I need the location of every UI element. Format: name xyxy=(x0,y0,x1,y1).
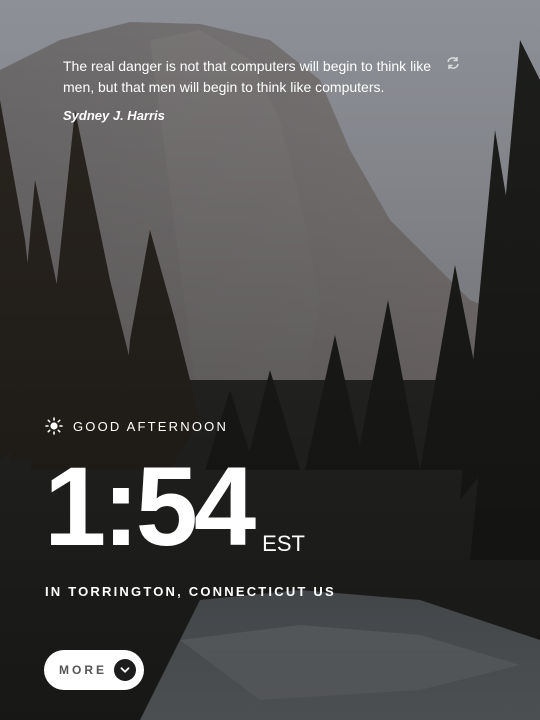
sun-icon xyxy=(45,417,63,435)
refresh-icon[interactable] xyxy=(445,55,461,71)
greeting: GOOD AFTERNOON xyxy=(45,417,228,435)
chevron-down-icon xyxy=(114,659,136,681)
quote-text: The real danger is not that computers wi… xyxy=(63,58,432,95)
greeting-text: GOOD AFTERNOON xyxy=(73,418,229,434)
clock-time: 1:54 xyxy=(44,444,256,569)
quote-author: Sydney J. Harris xyxy=(63,108,165,123)
clock-timezone: EST xyxy=(262,531,305,556)
more-button-label: MORE xyxy=(59,663,107,677)
location-text: IN TORRINGTON, CONNECTICUT US xyxy=(45,584,336,599)
more-button[interactable]: MORE xyxy=(44,650,144,690)
quote-block: The real danger is not that computers wi… xyxy=(63,56,438,123)
clock: 1:54 EST xyxy=(44,442,305,572)
